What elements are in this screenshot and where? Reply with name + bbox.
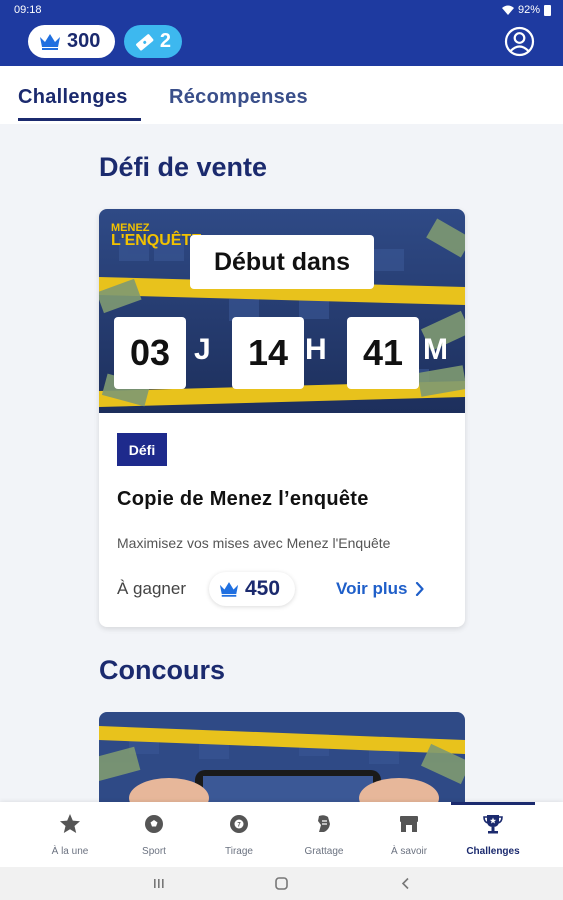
start-label-box: Début dans (190, 235, 374, 289)
challenge-description: Maximisez vos mises avec Menez l'Enquête (117, 535, 391, 551)
crown-count: 300 (67, 30, 101, 52)
ticket-balance-pill[interactable]: 2 (124, 25, 182, 58)
back-icon (401, 877, 409, 890)
challenge-card[interactable]: MENEZ L'ENQUÊTE Début dans 03 J 14 H 41 … (99, 209, 465, 627)
countdown-hours-unit: H (305, 333, 327, 366)
star-icon (60, 814, 80, 833)
nav-item-a-savoir[interactable]: À savoir (367, 802, 451, 867)
nav-item-sport[interactable]: Sport (112, 802, 196, 867)
nav-label: Tirage (225, 846, 253, 857)
status-right: 92% (501, 4, 551, 16)
ticket-count: 2 (159, 30, 171, 52)
nav-item-a-la-une[interactable]: À la une (28, 802, 112, 867)
battery-icon (544, 4, 551, 16)
nav-label: Sport (142, 846, 166, 857)
crown-icon (40, 34, 60, 50)
see-more-link[interactable]: Voir plus (336, 579, 425, 599)
svg-text:L'ENQUÊTE: L'ENQUÊTE (111, 230, 202, 249)
app-header: 09:18 92% 300 2 (0, 0, 563, 66)
challenge-title: Copie de Menez l’enquête (117, 488, 369, 510)
challenge-banner: MENEZ L'ENQUÊTE Début dans 03 J 14 H 41 … (99, 209, 465, 413)
system-nav-icons (154, 877, 409, 890)
tab-challenges[interactable]: Challenges (18, 86, 128, 109)
nav-label: Challenges (466, 846, 520, 857)
win-amount-pill: 450 (209, 572, 295, 606)
win-amount: 450 (245, 577, 281, 600)
challenge-type-badge: Défi (117, 433, 167, 466)
countdown-days: 03 (114, 317, 186, 389)
countdown-days-unit: J (194, 333, 211, 366)
countdown-minutes: 41 (347, 317, 419, 389)
trophy-icon (483, 815, 503, 834)
countdown-hours: 14 (232, 317, 304, 389)
crown-icon (219, 582, 239, 597)
nav-label: À la une (51, 846, 89, 857)
system-navigation-bar (0, 867, 563, 900)
status-time: 09:18 (14, 4, 42, 16)
nav-item-challenges[interactable]: Challenges (451, 802, 535, 867)
ticket-icon (136, 33, 154, 50)
bottom-navigation: À la une Sport 7 Tirage Grattage À savoi… (0, 802, 563, 867)
nav-label: À savoir (390, 846, 428, 857)
see-more-label: Voir plus (336, 579, 408, 598)
nav-item-tirage[interactable]: 7 Tirage (197, 802, 281, 867)
status-bar: 09:18 92% (0, 0, 563, 20)
battery-percent: 92% (517, 4, 540, 16)
lottery-ball-icon: 7 (230, 815, 248, 833)
soccer-ball-icon (145, 815, 163, 833)
nav-item-grattage[interactable]: Grattage (282, 802, 366, 867)
recent-apps-icon (154, 879, 164, 888)
section-title-defi: Défi de vente (99, 152, 268, 182)
chevron-right-icon (416, 582, 425, 596)
tab-recompenses[interactable]: Récompenses (169, 86, 308, 109)
tab-bar: Challenges Récompenses (0, 66, 563, 124)
nav-label: Grattage (304, 846, 344, 857)
win-label: À gagner (117, 579, 186, 598)
profile-icon[interactable] (504, 26, 535, 57)
countdown-minutes-unit: M (423, 333, 448, 366)
active-tab-indicator (18, 118, 141, 121)
home-icon (275, 877, 288, 890)
store-icon (400, 816, 418, 832)
section-title-concours: Concours (99, 655, 226, 685)
wifi-icon (501, 5, 514, 15)
crown-balance-pill[interactable]: 300 (28, 25, 115, 58)
scratch-icon (318, 815, 330, 832)
